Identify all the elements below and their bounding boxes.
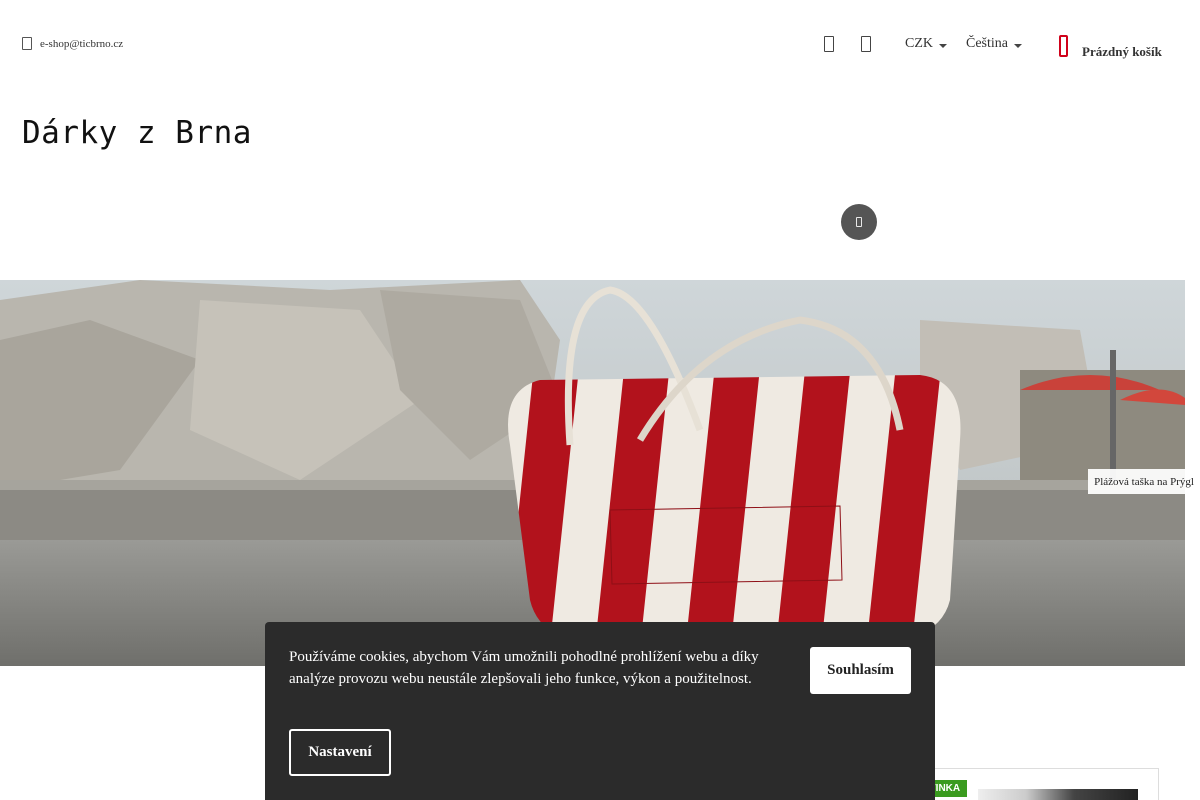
cookie-banner: Používáme cookies, abychom Vám umožnili … — [265, 622, 935, 800]
search-icon — [856, 217, 862, 227]
cart-label: Prázdný košík — [1082, 44, 1162, 59]
heart-icon[interactable] — [861, 36, 871, 52]
hero-image — [0, 280, 1185, 666]
product-thumbnail[interactable] — [978, 789, 1138, 800]
cart-icon — [1059, 35, 1068, 57]
email-link[interactable]: e-shop@ticbrno.cz — [22, 37, 123, 50]
user-icon[interactable] — [824, 36, 834, 52]
accept-cookies-button[interactable]: Souhlasím — [810, 647, 911, 694]
envelope-icon — [22, 37, 32, 50]
banner-caption[interactable]: Plážová taška na Prýgl — [1088, 469, 1200, 494]
site-logo[interactable]: Dárky z Brna — [22, 115, 252, 151]
top-bar: e-shop@ticbrno.cz CZK Čeština Prázdný ko… — [0, 0, 1185, 90]
cookie-settings-button[interactable]: Nastavení — [289, 729, 391, 776]
currency-dropdown[interactable]: CZK — [905, 36, 947, 52]
cookie-message: Používáme cookies, abychom Vám umožnili … — [289, 649, 759, 687]
language-value: Čeština — [966, 36, 1008, 51]
chevron-down-icon — [939, 43, 947, 48]
chevron-down-icon — [1014, 43, 1022, 48]
hero-banner[interactable] — [0, 280, 1185, 666]
search-button[interactable] — [841, 204, 877, 240]
cart-link[interactable]: Prázdný košík — [1059, 32, 1162, 60]
language-dropdown[interactable]: Čeština — [966, 36, 1022, 52]
currency-value: CZK — [905, 36, 933, 51]
email-text: e-shop@ticbrno.cz — [40, 37, 124, 50]
